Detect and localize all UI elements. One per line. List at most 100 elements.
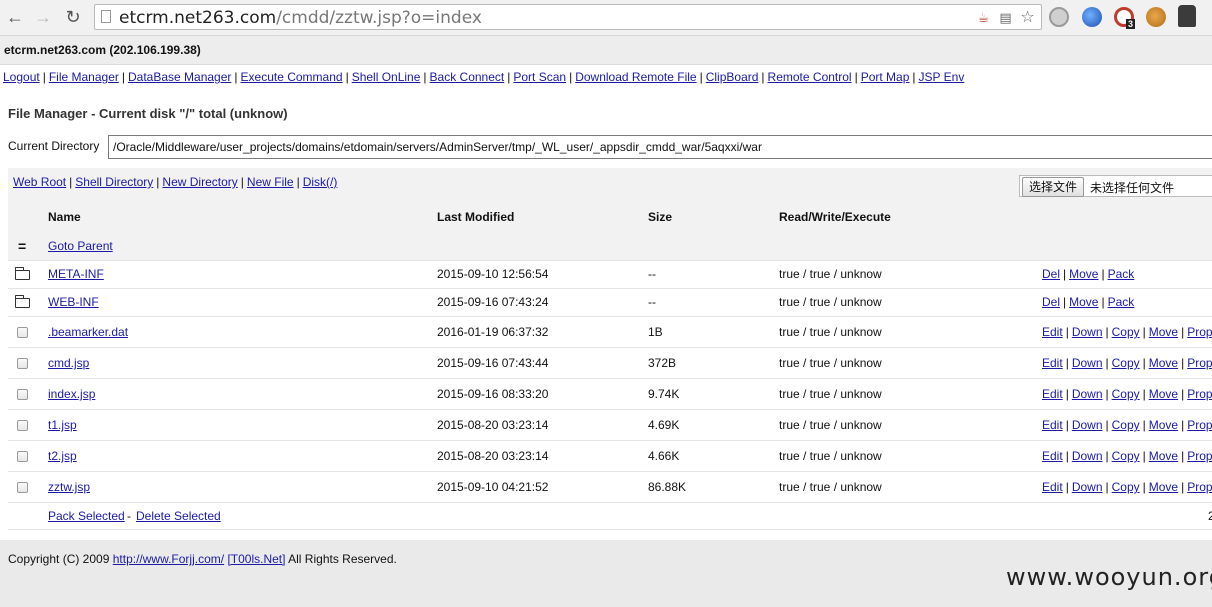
forjj-link[interactable]: http://www.Forjj.com/ <box>113 552 224 566</box>
menu-item-clipboard[interactable]: ClipBoard <box>706 70 759 84</box>
reload-icon[interactable]: ↻ <box>62 6 84 28</box>
file-size: 372B <box>648 356 677 370</box>
menu-item-download-remote-file[interactable]: Download Remote File <box>575 70 696 84</box>
action-edit-link[interactable]: Edit <box>1042 356 1063 370</box>
t00ls-link[interactable]: [T00ls.Net] <box>227 552 285 566</box>
action-copy-link[interactable]: Copy <box>1112 449 1140 463</box>
file-name-link[interactable]: .beamarker.dat <box>48 325 128 339</box>
menu-item-port-scan[interactable]: Port Scan <box>513 70 566 84</box>
back-icon[interactable]: ← <box>4 6 26 28</box>
action-del-link[interactable]: Del <box>1042 295 1060 309</box>
action-move-link[interactable]: Move <box>1069 295 1098 309</box>
action-prop-link[interactable]: Prop <box>1187 418 1212 432</box>
action-move-link[interactable]: Move <box>1069 267 1098 281</box>
action-down-link[interactable]: Down <box>1072 325 1103 339</box>
file-upload-picker[interactable]: 选择文件 未选择任何文件 <box>1019 175 1212 197</box>
menu-separator: | <box>507 70 511 84</box>
delete-selected-link[interactable]: Delete Selected <box>136 509 221 523</box>
quick-link-new-file[interactable]: New File <box>247 175 294 189</box>
file-checkbox[interactable] <box>17 420 28 431</box>
action-separator: | <box>1065 418 1069 432</box>
menu-item-remote-control[interactable]: Remote Control <box>768 70 852 84</box>
page-icon <box>101 10 111 23</box>
file-name-link[interactable]: t2.jsp <box>48 449 77 463</box>
menu-item-port-map[interactable]: Port Map <box>861 70 910 84</box>
goto-parent-link[interactable]: Goto Parent <box>48 239 113 253</box>
action-prop-link[interactable]: Prop <box>1187 480 1212 494</box>
quick-link-disk[interactable]: Disk(/) <box>303 175 338 189</box>
action-copy-link[interactable]: Copy <box>1112 480 1140 494</box>
file-checkbox[interactable] <box>17 389 28 400</box>
action-prop-link[interactable]: Prop <box>1187 325 1212 339</box>
file-checkbox[interactable] <box>17 327 28 338</box>
last-modified: 2016-01-19 06:37:32 <box>437 325 549 339</box>
action-prop-link[interactable]: Prop <box>1187 387 1212 401</box>
action-pack-link[interactable]: Pack <box>1108 267 1135 281</box>
action-move-link[interactable]: Move <box>1149 449 1178 463</box>
action-edit-link[interactable]: Edit <box>1042 449 1063 463</box>
file-name-link[interactable]: index.jsp <box>48 387 95 401</box>
action-separator: | <box>1063 295 1067 309</box>
file-row: index.jsp 2015-09-16 08:33:20 9.74K true / … <box>8 378 1212 410</box>
action-edit-link[interactable]: Edit <box>1042 325 1063 339</box>
action-separator: | <box>1065 325 1069 339</box>
bookmark-star-icon[interactable]: ☆ <box>1019 9 1036 26</box>
action-move-link[interactable]: Move <box>1149 418 1178 432</box>
action-down-link[interactable]: Down <box>1072 418 1103 432</box>
row-actions: Edit | Down | Copy | Move | Prop <box>1042 480 1212 494</box>
permissions: true / true / unknow <box>779 325 882 339</box>
file-checkbox[interactable] <box>17 451 28 462</box>
extension-user-icon[interactable] <box>1178 5 1196 27</box>
action-copy-link[interactable]: Copy <box>1112 356 1140 370</box>
menu-item-execute-command[interactable]: Execute Command <box>241 70 343 84</box>
menu-item-jsp-env[interactable]: JSP Env <box>919 70 965 84</box>
action-del-link[interactable]: Del <box>1042 267 1060 281</box>
action-copy-link[interactable]: Copy <box>1112 325 1140 339</box>
file-name-link[interactable]: cmd.jsp <box>48 356 89 370</box>
action-prop-link[interactable]: Prop <box>1187 356 1212 370</box>
file-checkbox[interactable] <box>17 358 28 369</box>
menu-item-logout[interactable]: Logout <box>3 70 40 84</box>
menu-item-shell-online[interactable]: Shell OnLine <box>352 70 421 84</box>
action-move-link[interactable]: Move <box>1149 387 1178 401</box>
forward-icon[interactable]: → <box>32 6 54 28</box>
file-name-link[interactable]: WEB-INF <box>48 295 99 309</box>
file-name-link[interactable]: t1.jsp <box>48 418 77 432</box>
header-read-write-execute: Read/Write/Execute <box>779 210 891 224</box>
action-down-link[interactable]: Down <box>1072 480 1103 494</box>
action-move-link[interactable]: Move <box>1149 480 1178 494</box>
action-copy-link[interactable]: Copy <box>1112 387 1140 401</box>
menu-item-database-manager[interactable]: DataBase Manager <box>128 70 231 84</box>
extension-red-icon[interactable]: 3 <box>1114 7 1136 29</box>
translate-icon[interactable]: ▤ <box>997 9 1014 26</box>
action-edit-link[interactable]: Edit <box>1042 387 1063 401</box>
table-header: Name Last Modified Size Read/Write/Execu… <box>8 202 1212 232</box>
quick-link-shell-directory[interactable]: Shell Directory <box>75 175 153 189</box>
extension-cookie-icon[interactable] <box>1146 7 1166 27</box>
pack-selected-link[interactable]: Pack Selected <box>48 509 125 523</box>
extension-globe-gray-icon[interactable] <box>1049 7 1069 27</box>
quick-link-new-directory[interactable]: New Directory <box>162 175 237 189</box>
action-move-link[interactable]: Move <box>1149 356 1178 370</box>
action-down-link[interactable]: Down <box>1072 387 1103 401</box>
file-size: 9.74K <box>648 387 680 401</box>
action-prop-link[interactable]: Prop <box>1187 449 1212 463</box>
file-name-link[interactable]: zztw.jsp <box>48 480 90 494</box>
action-move-link[interactable]: Move <box>1149 325 1178 339</box>
extension-globe-blue-icon[interactable] <box>1082 7 1102 27</box>
action-edit-link[interactable]: Edit <box>1042 418 1063 432</box>
current-directory-input[interactable] <box>108 135 1212 159</box>
choose-file-button[interactable]: 选择文件 <box>1022 177 1085 197</box>
action-edit-link[interactable]: Edit <box>1042 480 1063 494</box>
action-copy-link[interactable]: Copy <box>1112 418 1140 432</box>
menu-item-file-manager[interactable]: File Manager <box>49 70 119 84</box>
quick-link-web-root[interactable]: Web Root <box>13 175 66 189</box>
menu-item-back-connect[interactable]: Back Connect <box>430 70 505 84</box>
file-checkbox[interactable] <box>17 482 28 493</box>
action-pack-link[interactable]: Pack <box>1108 295 1135 309</box>
action-down-link[interactable]: Down <box>1072 449 1103 463</box>
address-bar[interactable]: etcrm.net263.com/cmdd/zztw.jsp?o=index ☕… <box>94 4 1042 30</box>
file-name-link[interactable]: META-INF <box>48 267 104 281</box>
java-icon[interactable]: ☕ <box>975 9 992 26</box>
action-down-link[interactable]: Down <box>1072 356 1103 370</box>
